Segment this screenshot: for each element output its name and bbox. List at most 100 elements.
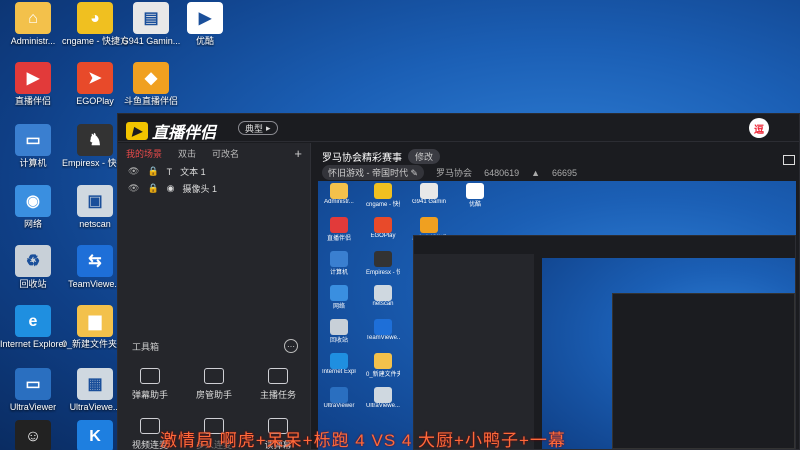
netscan-icon: ▣ <box>77 185 113 217</box>
lock-icon[interactable]: 🔒 <box>147 166 158 177</box>
preview-desktop-icon: UltraViewe... <box>366 387 400 417</box>
tool-label: 房管助手 <box>195 390 232 400</box>
room-title-row: 罗马协会精彩赛事 修改 <box>322 149 441 164</box>
egoplay-icon: ➤ <box>77 62 113 94</box>
preview-desktop-icon: Internet Explorer <box>322 353 356 383</box>
network-icon <box>330 285 348 301</box>
stream-preview: Administr... cngame - 快捷方式 G941 Gamin... 优酷… <box>318 181 796 450</box>
scrolling-subtitle: 激情局 啊虎+呆呆+栎跑 4 VS 4 大厨+小鸭子+一幕 <box>160 431 566 450</box>
eye-icon[interactable]: 👁 <box>128 183 139 194</box>
empires-icon: ♞ <box>77 124 113 156</box>
desktop-shortcut[interactable]: ▶ 直播伴侣 <box>0 62 66 107</box>
folder-icon <box>374 353 392 369</box>
preview-desktop-icon: UltraViewer <box>322 387 356 417</box>
source-label: 摄像头 1 <box>182 184 218 194</box>
desktop-shortcut[interactable]: ▭ UltraViewer <box>0 368 66 413</box>
more-icon[interactable]: ⋯ <box>284 339 298 353</box>
desktop-shortcut[interactable]: ⌂ Administr... <box>0 2 66 47</box>
edit-button[interactable]: 修改 <box>408 149 441 164</box>
recycle-bin-icon <box>330 319 348 335</box>
live-companion-icon <box>330 217 348 233</box>
youku-icon: ▶ <box>187 2 223 34</box>
preview-icon-label: netscan <box>372 301 394 307</box>
live-companion-icon: ▶ <box>15 62 51 94</box>
youku-icon <box>466 183 484 199</box>
share-icon[interactable] <box>783 155 795 165</box>
category-selector[interactable]: 怀旧游戏 - 帝国时代 ✎ <box>322 165 425 180</box>
preview-icon-label: 0_新建文件夹(1) <box>366 372 400 378</box>
nested-sidebar <box>414 254 534 449</box>
preview-desktop-icon: 直播伴侣 <box>322 217 356 247</box>
desktop-shortcut[interactable]: ▭ 计算机 <box>0 124 66 169</box>
tool-streamer-tasks[interactable]: 主播任务 <box>248 368 308 401</box>
avatar[interactable]: 逗 <box>749 118 769 138</box>
scene-tabs: 我的场景 双击 可改名 + <box>118 143 310 163</box>
desktop-shortcut-label: 网络 <box>23 219 42 229</box>
nested-app-window <box>413 235 796 450</box>
desktop-shortcut-label: 优酷 <box>195 36 214 46</box>
desktop-shortcut-label: 回收站 <box>19 279 47 289</box>
preview-desktop-icon: 优酷 <box>458 183 492 213</box>
source-label: 文本 1 <box>180 167 206 177</box>
preview-icon-label: Empiresx - 快捷方式 <box>366 270 400 276</box>
desktop-shortcut[interactable]: ☺ <box>0 420 66 450</box>
desktop-shortcut[interactable]: ▶ 优酷 <box>172 2 238 47</box>
preview-desktop-icon: 网络 <box>322 285 356 315</box>
desktop-shortcut-label: UltraViewer <box>9 402 57 412</box>
room-id: 6480619 <box>484 167 520 178</box>
installer-icon: ▦ <box>77 368 113 400</box>
kugou-icon: K <box>77 420 113 450</box>
netscan-icon <box>374 285 392 301</box>
source-item-camera[interactable]: 👁 🔒 ◉ 摄像头 1 <box>118 180 310 197</box>
source-item-text[interactable]: 👁 🔒 T 文本 1 <box>118 163 310 180</box>
desktop-shortcut[interactable]: ◆ 斗鱼直播伴侣 <box>118 62 184 107</box>
nested-preview <box>542 258 795 449</box>
fire-icon: ▲ <box>531 167 541 178</box>
live-companion-window: ▶ 直播伴侣 典型 ▸ 逗 我的场景 双击 可改名 + 👁 🔒 T 文本 1 👁… <box>117 113 800 450</box>
preview-desktop-icon: 计算机 <box>322 251 356 281</box>
lock-icon[interactable]: 🔒 <box>147 183 158 194</box>
eye-icon[interactable]: 👁 <box>128 166 139 177</box>
desktop-shortcut-label: Internet Explorer <box>0 339 66 349</box>
category-label: 怀旧游戏 - 帝国时代 <box>328 168 408 178</box>
preview-icon-label: Internet Explorer <box>322 369 356 375</box>
preview-icon-label: 网络 <box>332 304 345 310</box>
preview-desktop-icon: G941 Gamin... <box>412 183 446 213</box>
tab-double-click[interactable]: 双击 <box>178 147 196 160</box>
tool-danmaku-helper[interactable]: 弹幕助手 <box>120 368 180 401</box>
desktop-shortcut[interactable]: ◉ 网络 <box>0 185 66 230</box>
preview-desktop-icon: EGOPlay <box>366 217 400 247</box>
teamviewer-icon <box>374 319 392 335</box>
desktop-shortcut-label: 计算机 <box>19 158 47 168</box>
tab-rename[interactable]: 可改名 <box>212 147 239 160</box>
preview-desktop-icon: 回收站 <box>322 319 356 349</box>
room-name: 罗马协会 <box>436 168 473 178</box>
tasks-icon <box>268 368 288 384</box>
room-title: 罗马协会精彩赛事 <box>322 153 402 164</box>
preview-icon-label: cngame - 快捷方式 <box>366 202 400 208</box>
desktop-shortcut-label: 斗鱼直播伴侣 <box>123 96 178 106</box>
add-scene-button[interactable]: + <box>294 146 302 161</box>
ie-icon: e <box>15 305 51 337</box>
preview-icon-label: UltraViewer <box>323 403 355 409</box>
installer-icon <box>374 387 392 403</box>
preview-icon-label: Administr... <box>324 199 354 205</box>
ie-icon <box>330 353 348 369</box>
version-button[interactable]: 典型 ▸ <box>238 121 278 135</box>
app-logo-text: 直播伴侣 <box>152 125 217 142</box>
desktop-shortcut[interactable]: ♻ 回收站 <box>0 245 66 290</box>
preview-icon-label: 回收站 <box>329 338 348 344</box>
app-logo-icon: ▶ <box>126 122 148 140</box>
desktop-shortcut[interactable]: e Internet Explorer <box>0 305 66 350</box>
file-icon <box>420 183 438 199</box>
desktop-shortcut-label: 直播伴侣 <box>14 96 51 106</box>
network-icon: ◉ <box>15 185 51 217</box>
video-link-icon <box>140 418 160 434</box>
text-source-icon: T <box>166 166 173 177</box>
tab-my-scene[interactable]: 我的场景 <box>126 147 162 160</box>
empires-icon <box>374 251 392 267</box>
tool-room-manager[interactable]: 房管助手 <box>184 368 244 401</box>
preview-desktop-icon: Administr... <box>322 183 356 213</box>
tool-label: 弹幕助手 <box>131 390 168 400</box>
play-icon: ▸ <box>266 122 271 133</box>
